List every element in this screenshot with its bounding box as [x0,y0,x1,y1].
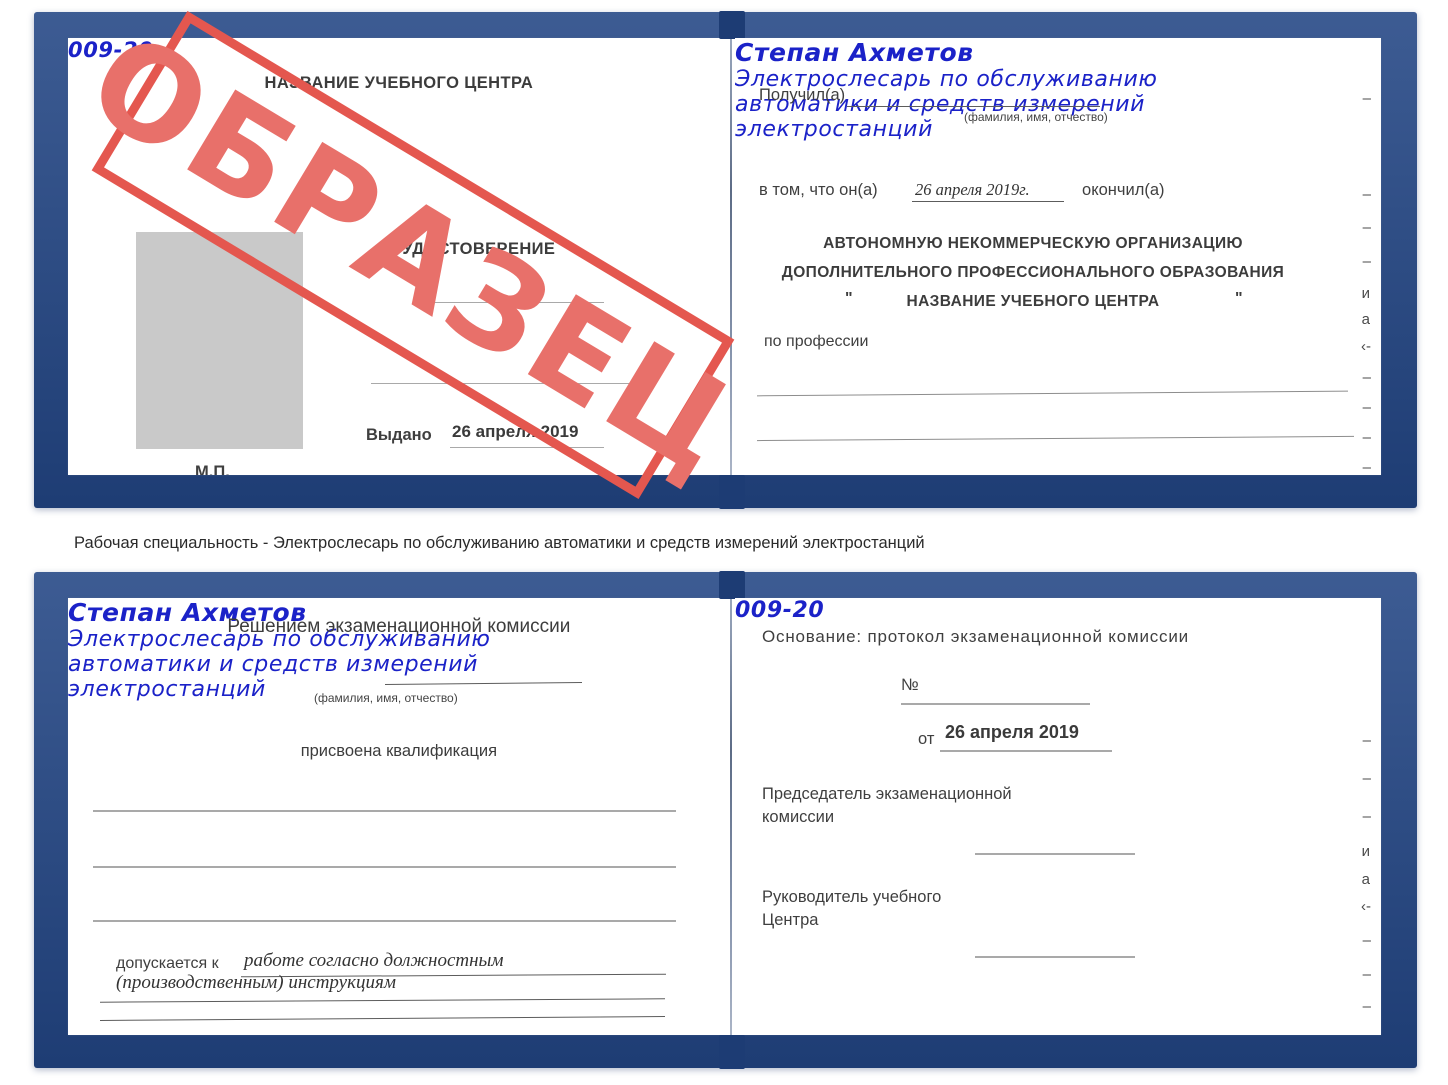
head-of-center-label-line-2: Центра [762,911,819,929]
certificate-spine-top [729,38,732,475]
received-by-label: Получил(а) [759,86,846,104]
certificate-number-label: № [418,276,436,293]
caption-text: Рабочая специальность - Электрослесарь п… [74,534,925,552]
in-that-date-rule [912,201,1065,202]
qualification-line-2: автоматики и средств измерений [68,652,479,677]
commission-decision-title: Решением экзаменационной комиссии [227,616,571,637]
issue-date-label: Выдано [366,426,432,444]
organization-quote-close: " [1235,290,1243,307]
seal-label: М.П. [195,463,230,475]
allowed-to-label: допускается к [116,955,219,972]
full-name-hint: (фамилия, имя, отчество) [964,110,1108,124]
certificate-bottom: Решением экзаменационной комиссии Степан… [34,571,1417,1069]
spine-notch-top [719,11,746,39]
protocol-date-rule [940,750,1113,752]
organization-line-2: ДОПОЛНИТЕЛЬНОГО ПРОФЕССИОНАЛЬНОГО ОБРАЗО… [781,264,1285,281]
edge-fragment: – [1362,732,1371,749]
edge-fragment: – [1362,90,1371,107]
issue-date-value: 26 апреля 2019 [452,422,579,441]
edge-fragment: – [1362,186,1371,203]
allowed-rule-3 [100,1016,665,1021]
organization-line-1: АВТОНОМНУЮ НЕКОММЕРЧЕСКУЮ ОРГАНИЗАЦИЮ [823,235,1243,252]
qualification-rule-2 [93,866,676,868]
certificate-bottom-left-page: Решением экзаменационной комиссии Степан… [68,598,730,1035]
certificate-number-rule [419,302,604,303]
head-of-center-signature-rule [975,956,1136,958]
edge-fragment: ‹- [1361,898,1371,915]
certificate-bottom-right-page: Основание: протокол экзаменационной коми… [735,598,1381,1035]
finished-label: окончил(а) [1082,181,1165,199]
protocol-number-rule [901,703,1091,705]
chairman-signature-rule [975,853,1136,855]
edge-fragment: и [1361,843,1370,860]
certificate-pages-top: НАЗВАНИЕ УЧЕБНОГО ЦЕНТРА УДОСТОВЕРЕНИЕ №… [68,11,1381,509]
edge-fragment: – [1362,253,1371,270]
edge-fragment: – [1362,369,1371,386]
edge-fragment: – [1362,770,1371,787]
certificate-number-value: 009-20 [68,38,154,62]
qualification-rule-3 [93,920,676,922]
profession-rule-2 [757,435,1355,442]
edge-fragment: а [1361,871,1370,888]
full-name-hint: (фамилия, имя, отчество) [314,691,458,705]
allowed-to-value-line-2: (производственным) инструкциям [116,972,396,993]
certificate-top-left-page: НАЗВАНИЕ УЧЕБНОГО ЦЕНТРА УДОСТОВЕРЕНИЕ №… [68,38,730,475]
profession-rule-1 [757,390,1349,397]
edge-fragment: ‹- [1361,338,1371,355]
edge-fragment: а [1361,311,1370,328]
protocol-date-value: 26 апреля 2019 [945,722,1079,742]
in-that-date-value: 26 апреля 2019г. [915,180,1030,199]
received-by-rule [847,106,1101,107]
chairman-label-line-2: комиссии [762,808,835,826]
certificate-top: НАЗВАНИЕ УЧЕБНОГО ЦЕНТРА УДОСТОВЕРЕНИЕ №… [34,4,1417,509]
chairman-label-line-1: Председатель экзаменационной [762,785,1012,803]
blank-rule-middle [371,383,633,384]
profession-label: по профессии [764,333,869,350]
training-center-header: НАЗВАНИЕ УЧЕБНОГО ЦЕНТРА [264,74,534,92]
certificate-pages-bottom: Решением экзаменационной комиссии Степан… [68,571,1381,1069]
edge-fragment: – [1362,429,1371,446]
head-of-center-label-line-1: Руководитель учебного [762,888,942,906]
issue-date-rule [450,447,604,448]
allowed-rule-2 [100,998,665,1003]
qualification-label: присвоена квалификация [300,742,498,760]
edge-fragment: – [1362,808,1371,825]
basis-protocol-label: Основание: протокол экзаменационной коми… [762,627,1189,646]
edge-fragment: – [1362,459,1371,475]
edge-fragment: – [1362,932,1371,949]
protocol-number-label: № [901,676,919,694]
in-that-label: в том, что он(а) [759,181,878,199]
spine-notch-bottom [719,1035,746,1069]
allowed-to-value-line-1: работе согласно должностным [244,950,504,971]
spine-notch-bottom [719,475,746,509]
qualification-rule-1 [93,810,676,812]
protocol-number-value: 009-20 [735,598,825,623]
edge-fragment: – [1362,399,1371,416]
received-by-value: Степан Ахметов [735,38,974,67]
edge-fragment: – [1362,219,1371,236]
spine-notch-top [719,571,746,599]
photo-placeholder [136,232,303,449]
edge-fragment: – [1362,966,1371,983]
protocol-date-label: от [918,730,935,748]
document-type-label: УДОСТОВЕРЕНИЕ [402,240,556,258]
edge-fragment: и [1361,285,1370,302]
edge-fragment: – [1362,998,1371,1015]
certificate-top-right-page: Получил(а) Степан Ахметов (фамилия, имя,… [735,38,1381,475]
certificate-spine-bottom [729,598,732,1035]
